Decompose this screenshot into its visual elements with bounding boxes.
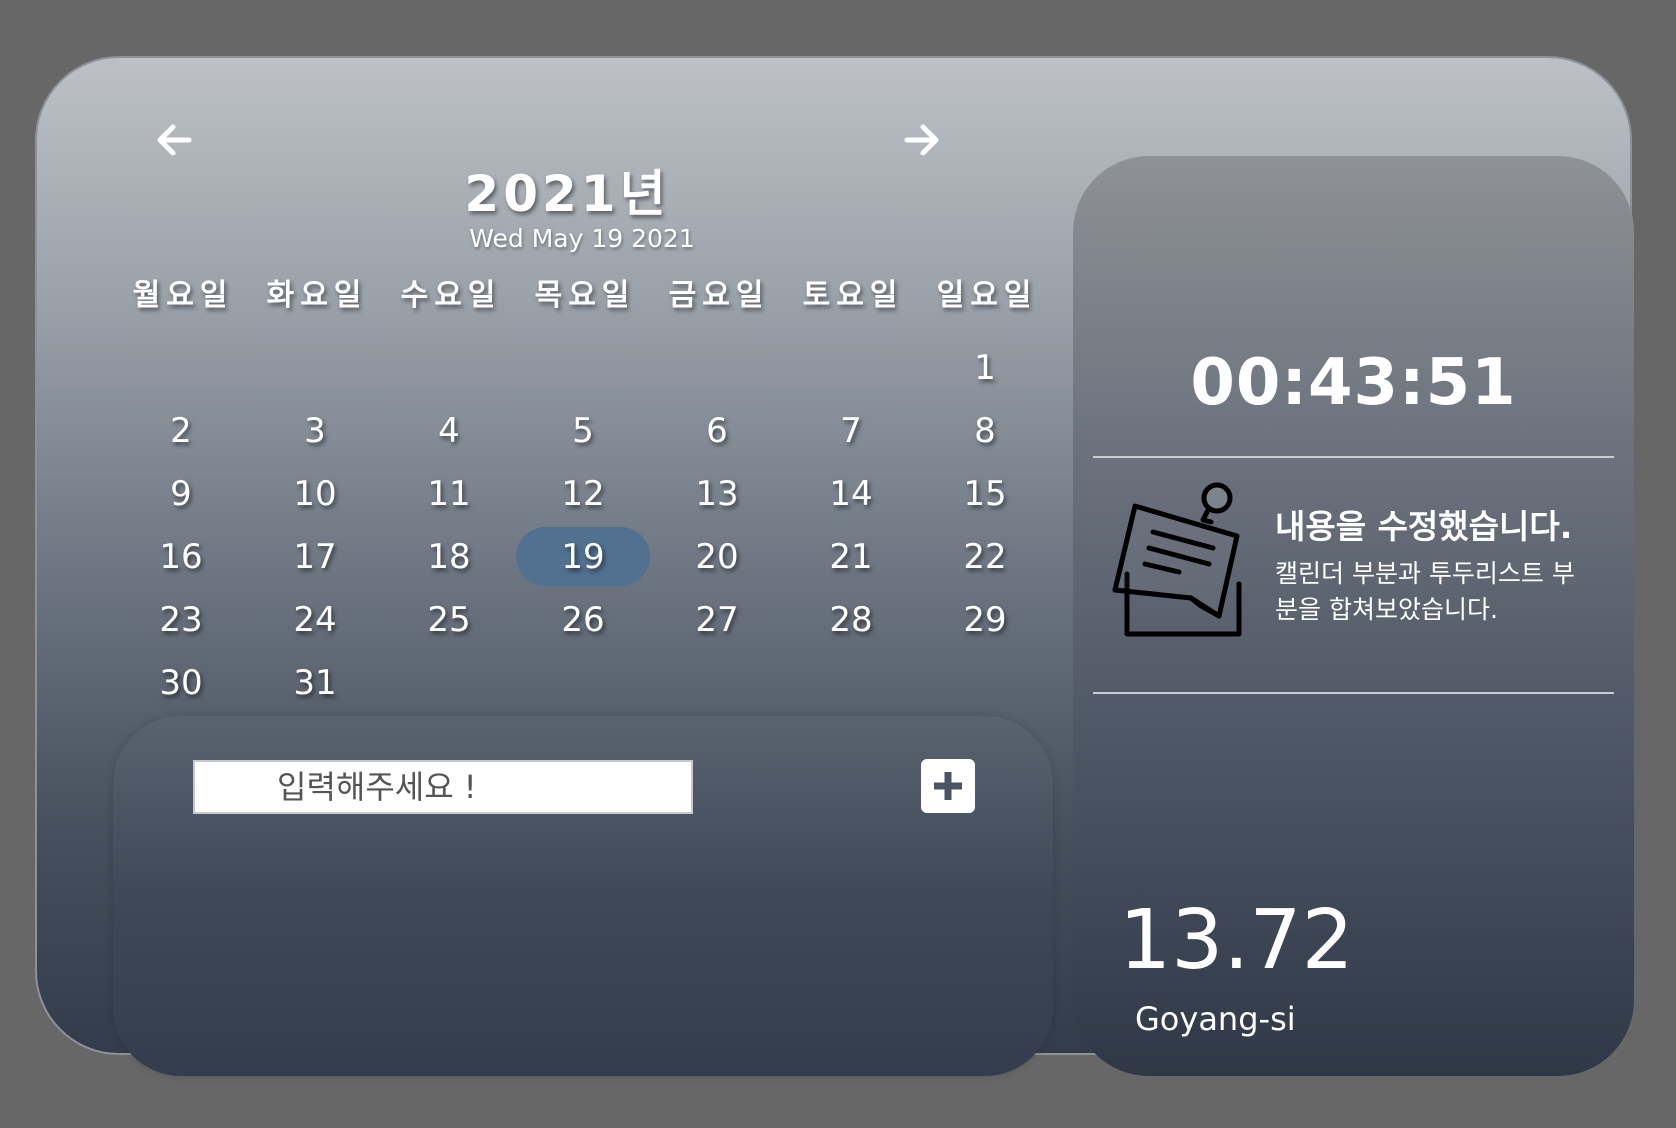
calendar-year: 2021년 xyxy=(464,165,670,223)
calendar-day[interactable]: 28 xyxy=(784,588,918,651)
weekday-sat: 토요일 xyxy=(802,278,904,313)
calendar-day[interactable]: 7 xyxy=(784,399,918,462)
calendar-blank xyxy=(114,336,248,399)
weekday-header: 월요일 화요일 수요일 목요일 금요일 토요일 일요일 xyxy=(116,270,1056,320)
calendar-day[interactable]: 18 xyxy=(382,525,516,588)
calendar-day[interactable]: 3 xyxy=(248,399,382,462)
calendar-day[interactable]: 13 xyxy=(650,462,784,525)
weekday-sun: 일요일 xyxy=(936,278,1038,313)
calendar-day[interactable]: 25 xyxy=(382,588,516,651)
main-card: 2021년 Wed May 19 2021 월요일 화요일 수요일 목요일 금요… xyxy=(35,56,1634,1076)
calendar-day[interactable]: 9 xyxy=(114,462,248,525)
calendar-day[interactable]: 11 xyxy=(382,462,516,525)
digital-clock: 00:43:51 xyxy=(1190,346,1517,420)
calendar-day[interactable]: 24 xyxy=(248,588,382,651)
calendar-day[interactable]: 1 xyxy=(918,336,1052,399)
calendar-blank xyxy=(784,336,918,399)
weather-temperature: 13.72 xyxy=(1119,893,1354,988)
weekday-mon: 월요일 xyxy=(132,278,234,313)
note-body: 캘린더 부분과 투두리스트 부분을 합쳐보았습니다. xyxy=(1275,559,1575,624)
weekday-thu: 목요일 xyxy=(534,278,636,313)
calendar-blank xyxy=(248,336,382,399)
calendar-day[interactable]: 2 xyxy=(114,399,248,462)
calendar-day[interactable]: 27 xyxy=(650,588,784,651)
calendar-day[interactable]: 14 xyxy=(784,462,918,525)
calendar-day[interactable]: 5 xyxy=(516,399,650,462)
calendar-day[interactable]: 10 xyxy=(248,462,382,525)
weekday-tue: 화요일 xyxy=(266,278,368,313)
calendar-blank xyxy=(382,336,516,399)
prev-month-button[interactable] xyxy=(149,115,199,165)
calendar-day[interactable]: 16 xyxy=(114,525,248,588)
calendar-day[interactable]: 21 xyxy=(784,525,918,588)
calendar-day[interactable]: 23 xyxy=(114,588,248,651)
plus-icon xyxy=(927,765,969,807)
calendar-blank xyxy=(650,336,784,399)
calendar-day[interactable]: 6 xyxy=(650,399,784,462)
side-panel: 00:43:51 내용을 수정했습니다. 캘린더 부분과 투두리스트 부분을 합… xyxy=(1073,156,1634,1076)
calendar-day[interactable]: 8 xyxy=(918,399,1052,462)
weather-city: Goyang-si xyxy=(1135,1000,1296,1038)
calendar-grid: 1 2 3 4 5 6 7 8 9 10 11 12 13 14 15 16 17 18 19 20 21 22 23 24 2… xyxy=(114,336,1054,714)
weekday-fri: 금요일 xyxy=(668,278,770,313)
next-month-button[interactable] xyxy=(897,115,947,165)
calendar-day[interactable]: 4 xyxy=(382,399,516,462)
todo-input[interactable] xyxy=(193,760,693,814)
calendar-day[interactable]: 17 xyxy=(248,525,382,588)
calendar-day[interactable]: 12 xyxy=(516,462,650,525)
calendar-day-selected[interactable]: 19 xyxy=(516,527,650,586)
calendar-day[interactable]: 20 xyxy=(650,525,784,588)
note-title: 내용을 수정했습니다. xyxy=(1275,507,1573,546)
calendar-blank xyxy=(516,336,650,399)
calendar-day[interactable]: 26 xyxy=(516,588,650,651)
sticky-note-icon xyxy=(1112,482,1242,637)
todo-panel xyxy=(113,716,1053,1076)
divider-bottom xyxy=(1093,692,1614,694)
weekday-wed: 수요일 xyxy=(400,278,502,313)
calendar-day[interactable]: 29 xyxy=(918,588,1052,651)
arrow-left-icon xyxy=(157,124,192,156)
add-todo-button[interactable] xyxy=(921,759,975,813)
calendar-day[interactable]: 15 xyxy=(918,462,1052,525)
calendar-day[interactable]: 30 xyxy=(114,651,248,714)
arrow-right-icon xyxy=(904,124,939,156)
calendar-day[interactable]: 31 xyxy=(248,651,382,714)
divider-top xyxy=(1093,456,1614,458)
calendar-day[interactable]: 22 xyxy=(918,525,1052,588)
current-date: Wed May 19 2021 xyxy=(469,224,695,253)
